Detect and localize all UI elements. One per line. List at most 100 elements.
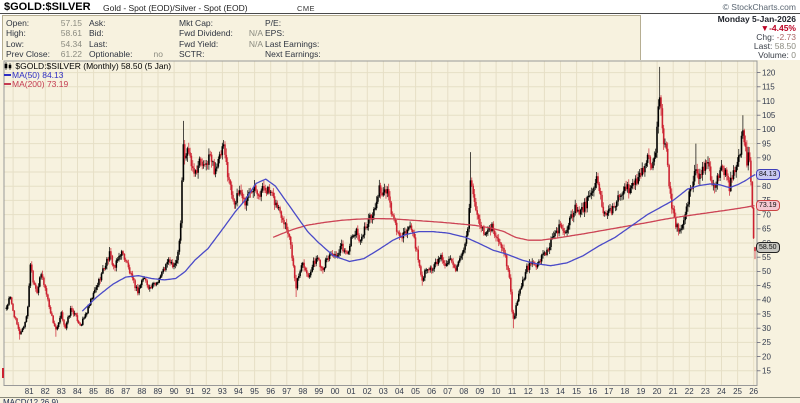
y-axis-label: 25 — [762, 338, 771, 347]
date-summary: Monday 5-Jan-2026 ▼-4.45% Chg: -2.73 Las… — [646, 15, 796, 60]
quote-field: Mkt Cap: — [179, 18, 263, 28]
y-axis-label: 115 — [762, 83, 775, 92]
quote-field-value: 57.15 — [61, 18, 82, 28]
quote-field-value: N/A — [249, 39, 263, 49]
x-axis-label: 19 — [636, 387, 645, 396]
quote-field-label: P/E: — [265, 18, 281, 28]
quote-field: EPS: — [265, 28, 369, 38]
symbol-header: $GOLD:$SILVER Gold - Spot (EOD)/Silver -… — [0, 0, 800, 14]
y-axis-label: 95 — [762, 139, 771, 148]
y-axis-label: 80 — [762, 182, 771, 191]
quote-field-label: SCTR: — [179, 49, 205, 59]
x-axis-label: 89 — [153, 387, 162, 396]
x-axis-label: 98 — [298, 387, 307, 396]
x-axis-label: 11 — [508, 387, 517, 396]
x-axis-label: 20 — [653, 387, 662, 396]
x-axis-label: 01 — [347, 387, 356, 396]
quote-field-value: no — [154, 49, 163, 59]
quote-field: Fwd Dividend: N/A — [179, 28, 263, 38]
quote-field-label: Low: — [6, 39, 24, 49]
last-price-badge: 58.50 — [756, 242, 780, 253]
quote-field-label: Optionable: — [89, 49, 132, 59]
volume-value: 0 — [791, 50, 796, 60]
y-axis-label: 40 — [762, 296, 771, 305]
y-axis-label: 120 — [762, 68, 776, 77]
quote-field: Fwd Yield: N/A — [179, 39, 263, 49]
quote-field: SCTR: — [179, 49, 263, 59]
ma50-swatch-icon — [4, 74, 11, 76]
y-axis-label: 15 — [762, 367, 771, 376]
quote-field: Low: 54.34 — [6, 39, 82, 49]
x-axis-label: 87 — [121, 387, 130, 396]
quote-field: P/E: — [265, 18, 369, 28]
x-axis-label: 88 — [137, 387, 146, 396]
y-axis-label: 55 — [762, 253, 771, 262]
x-axis-label: 95 — [250, 387, 259, 396]
x-axis-label: 24 — [717, 387, 726, 396]
x-axis-label: 10 — [492, 387, 501, 396]
y-axis-label: 100 — [762, 125, 776, 134]
x-axis-label: 18 — [620, 387, 629, 396]
quote-column: Open:57.15High:58.61Low:54.34Prev Close:… — [6, 18, 82, 60]
candlestick-icon — [4, 62, 13, 70]
x-axis-label: 86 — [105, 387, 114, 396]
y-axis-label: 110 — [762, 97, 775, 106]
x-axis-label: 96 — [266, 387, 275, 396]
x-axis-label: 02 — [363, 387, 372, 396]
ma200-swatch-icon — [4, 83, 11, 85]
price-chart-canvas: 1201151101051009590858075706560555045403… — [0, 60, 800, 403]
quote-panel: Open:57.15High:58.61Low:54.34Prev Close:… — [2, 15, 641, 61]
quote-field: Next Earnings: — [265, 49, 369, 59]
quote-field-label: Next Earnings: — [265, 49, 321, 59]
quote-field: Last Earnings: — [265, 39, 369, 49]
quote-field-label: EPS: — [265, 28, 284, 38]
quote-field-label: High: — [6, 28, 26, 38]
x-axis-label: 17 — [604, 387, 613, 396]
y-axis-label: 105 — [762, 111, 776, 120]
y-axis-label: 90 — [762, 154, 771, 163]
quote-field: Bid: — [89, 28, 163, 38]
quote-field-value: N/A — [249, 28, 263, 38]
y-axis-label: 30 — [762, 324, 771, 333]
x-axis-label: 23 — [701, 387, 710, 396]
x-axis-label: 83 — [57, 387, 66, 396]
x-axis-label: 08 — [459, 387, 468, 396]
x-axis-label: 04 — [395, 387, 404, 396]
quote-field-label: Fwd Yield: — [179, 39, 218, 49]
quote-field-value: 58.61 — [61, 28, 82, 38]
quote-field-label: Last Earnings: — [265, 39, 319, 49]
quote-field-label: Mkt Cap: — [179, 18, 213, 28]
y-axis-label: 35 — [762, 310, 771, 319]
stockcharts-page: $GOLD:$SILVER Gold - Spot (EOD)/Silver -… — [0, 0, 800, 403]
x-axis-label: 91 — [186, 387, 195, 396]
quote-field: Last: — [89, 39, 163, 49]
x-axis-label: 22 — [685, 387, 694, 396]
quote-field-label: Fwd Dividend: — [179, 28, 233, 38]
symbol-description: Gold - Spot (EOD)/Silver - Spot (EOD) — [103, 3, 248, 13]
x-axis-label: 07 — [443, 387, 452, 396]
y-axis-label: 65 — [762, 225, 771, 234]
x-axis-label: 99 — [314, 387, 323, 396]
x-axis-label: 03 — [379, 387, 388, 396]
x-axis-label: 12 — [524, 387, 533, 396]
x-axis-label: 82 — [41, 387, 50, 396]
lower-panel-label: MACD(12,26,9) — [3, 398, 59, 403]
x-axis-label: 97 — [282, 387, 291, 396]
quote-field-value: 61.22 — [61, 49, 82, 59]
quote-field-label: Ask: — [89, 18, 106, 28]
chart: 1201151101051009590858075706560555045403… — [0, 60, 800, 403]
lower-panel-partial: MACD(12,26,9) — [0, 397, 800, 403]
x-axis-label: 09 — [475, 387, 484, 396]
x-axis-label: 14 — [556, 387, 565, 396]
y-axis-label: 70 — [762, 210, 771, 219]
y-axis-label: 50 — [762, 267, 771, 276]
quote-field-label: Bid: — [89, 28, 104, 38]
x-axis-label: 26 — [749, 387, 758, 396]
quote-field-label: Prev Close: — [6, 49, 50, 59]
quote-field: Ask: — [89, 18, 163, 28]
x-axis-label: 00 — [331, 387, 340, 396]
y-axis-label: 45 — [762, 281, 771, 290]
volume-row: Volume: 0 — [646, 51, 796, 60]
ma200-price-badge: 73.19 — [756, 200, 780, 211]
quote-field-value: 54.34 — [61, 39, 82, 49]
